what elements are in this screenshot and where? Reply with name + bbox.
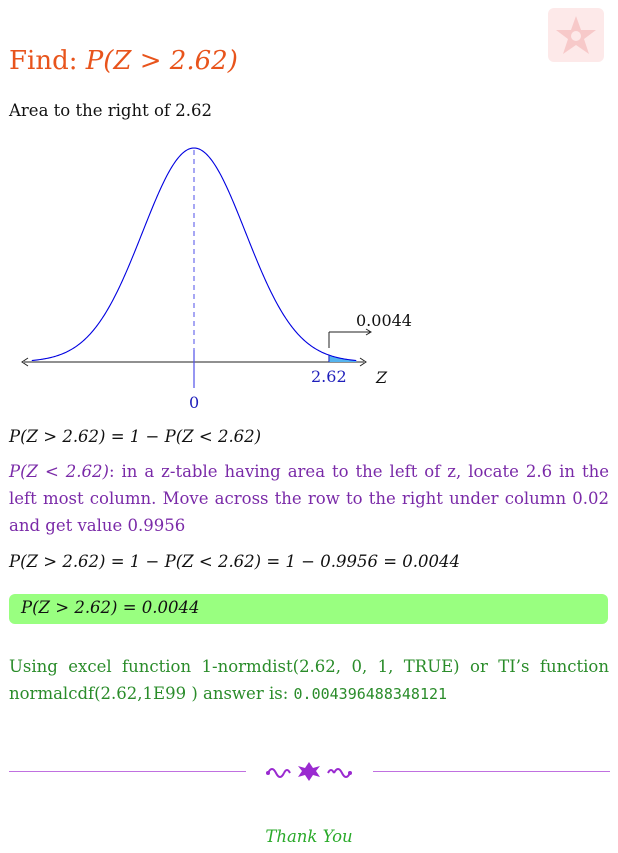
area-label: 0.0044	[356, 311, 412, 330]
divider-right	[373, 771, 610, 772]
excel-note: Using excel function 1-normdist(2.62, 0,…	[9, 653, 609, 708]
explanation-paragraph: P(Z < 2.62): in a z-table having area to…	[9, 458, 609, 539]
z-value-label: 2.62	[311, 367, 347, 386]
explanation-lead: P(Z < 2.62)	[9, 462, 109, 481]
normal-curve-graph: 0.0044 2.62 Z 0	[21, 147, 412, 412]
mean-label: 0	[189, 393, 199, 412]
subtitle: Area to the right of 2.62	[9, 101, 212, 120]
axis-label: Z	[375, 368, 388, 387]
step-2-equation: P(Z > 2.62) = 1 − P(Z < 2.62) = 1 − 0.99…	[9, 552, 461, 571]
title-prefix: Find:	[9, 46, 78, 76]
logo-icon	[548, 8, 604, 62]
title-expression: P(Z > 2.62)	[85, 46, 238, 76]
page-title: Find: P(Z > 2.62)	[9, 46, 238, 76]
final-answer: P(Z > 2.62) = 0.0044	[21, 598, 200, 617]
ornament-icon	[266, 762, 352, 781]
step-1-equation: P(Z > 2.62) = 1 − P(Z < 2.62)	[9, 427, 262, 446]
divider-left	[9, 771, 246, 772]
excel-value: 0.004396488348121	[293, 685, 448, 703]
thank-you: Thank You	[265, 827, 353, 846]
